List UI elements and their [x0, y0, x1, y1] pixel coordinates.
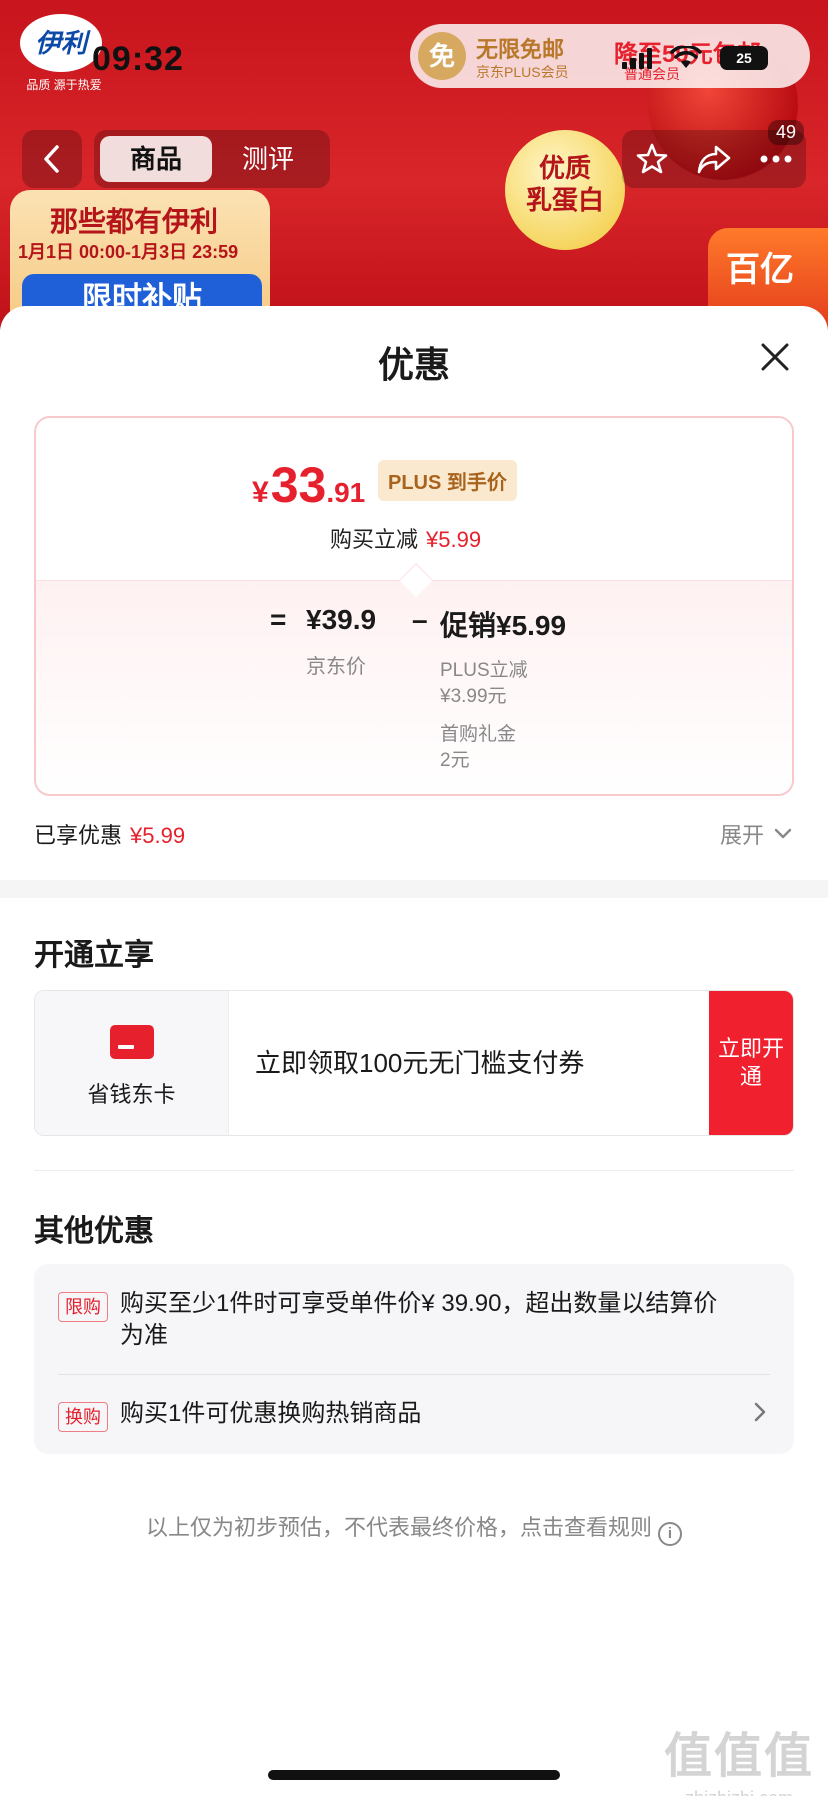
tab-review[interactable]: 测评 [212, 136, 324, 182]
offer-text-limit: 购买至少1件时可享受单件价¥ 39.90，超出数量以结算价为准 [120, 1290, 718, 1349]
info-icon[interactable]: i [658, 1522, 682, 1546]
formula-equals: = [270, 604, 287, 635]
home-indicator[interactable] [268, 1770, 560, 1780]
open-now-button[interactable]: 立即开通 [709, 991, 793, 1135]
watermark-url: zhizhizhi.com [664, 1788, 814, 1796]
savings-card-name: 省钱东卡 [87, 1082, 176, 1107]
chevron-right-icon[interactable] [754, 1402, 766, 1422]
expand-label: 展开 [719, 823, 764, 848]
jd-price-value: ¥39.9 [306, 604, 377, 635]
product-tabs: 商品 测评 [94, 130, 330, 188]
close-icon[interactable] [758, 340, 792, 374]
more-icon[interactable] [759, 154, 793, 164]
offer-row-exchange[interactable]: 换购 购买1件可优惠换购热销商品 [58, 1398, 720, 1432]
offer-tag-limit: 限购 [58, 1292, 108, 1322]
enjoyed-discount-amount: ¥5.99 [130, 823, 186, 848]
product-banner: 那些都有伊利 1月1日 00:00-1月3日 23:59 限时补贴 优质 乳蛋白… [0, 0, 828, 330]
final-price: ¥ 33 .91 [252, 456, 365, 514]
product-navbar: 商品 测评 49 [0, 120, 828, 190]
other-offers-box: 限购 购买至少1件时可享受单件价¥ 39.90，超出数量以结算价为准 换购 购买… [34, 1264, 794, 1454]
star-icon[interactable] [635, 142, 669, 176]
cellular-signal-icon [622, 47, 652, 69]
tab-product[interactable]: 商品 [100, 136, 212, 182]
section-divider [0, 880, 828, 898]
final-price-yen: ¥ [252, 476, 269, 509]
savings-card-description: 立即领取100元无门槛支付券 [255, 1048, 585, 1078]
open-section-heading: 开通立享 [34, 939, 154, 972]
back-button[interactable] [22, 130, 82, 188]
purchase-reduction-label: 购买立减 [330, 527, 419, 552]
battery-icon: 25 [720, 46, 768, 70]
discount-sheet: 优惠 ¥ 33 .91 PLUS 到手价 购买立减 ¥5.99 = ¥39.9 京… [0, 306, 828, 1796]
purchase-reduction: 购买立减 ¥5.99 [330, 522, 481, 554]
watermark: 值值值 zhizhizhi.com [664, 1716, 814, 1796]
expand-button[interactable]: 展开 [720, 818, 792, 850]
enjoyed-discount-label: 已享优惠 [34, 823, 123, 848]
promo-item-first-purchase: 首购礼金 2元 [440, 724, 517, 771]
promo-item-plus: PLUS立减 ¥3.99元 [440, 660, 528, 707]
rules-footnote-text: 以上仅为初步预估，不代表最终价格，点击查看规则 [145, 1515, 652, 1540]
message-count-badge: 49 [767, 120, 804, 145]
final-price-integer: 33 [270, 457, 327, 513]
enjoyed-discount: 已享优惠 ¥5.99 [34, 818, 185, 850]
savings-card-badge: 省钱东卡 [35, 991, 229, 1135]
promo-card-date: 1月1日 00:00-1月3日 23:59 [18, 242, 239, 262]
back-chevron-icon [44, 145, 59, 173]
offer-row-limit: 限购 购买至少1件时可享受单件价¥ 39.90，超出数量以结算价为准 [58, 1288, 720, 1352]
status-time: 09:32 [92, 40, 184, 78]
share-icon[interactable] [696, 143, 732, 175]
credit-card-icon [109, 1025, 154, 1059]
final-price-decimal: .91 [326, 477, 366, 508]
formula-minus: – [412, 604, 428, 635]
offer-separator [58, 1374, 770, 1375]
wifi-icon [670, 46, 702, 68]
promo-card-title: 那些都有伊利 [50, 206, 219, 237]
other-section-heading: 其他优惠 [34, 1215, 154, 1248]
promo-value: 促销¥5.99 [440, 610, 567, 641]
rules-footnote[interactable]: 以上仅为初步预估，不代表最终价格，点击查看规则 i [0, 1510, 828, 1546]
jd-price-label: 京东价 [306, 656, 366, 678]
plus-price-tag: PLUS 到手价 [378, 460, 517, 501]
offer-text-exchange: 购买1件可优惠换购热销商品 [120, 1400, 422, 1427]
purchase-reduction-amount: ¥5.99 [426, 527, 482, 552]
price-breakdown-card: ¥ 33 .91 PLUS 到手价 购买立减 ¥5.99 = ¥39.9 京东价 … [34, 416, 794, 796]
savings-card-offer[interactable]: 省钱东卡 立即领取100元无门槛支付券 立即开通 [34, 990, 794, 1136]
sheet-title: 优惠 [377, 344, 450, 385]
watermark-logo: 值值值 [663, 1730, 814, 1783]
status-bar: 09:32 25 [0, 40, 828, 80]
section-separator [34, 1170, 794, 1171]
offer-tag-exchange: 换购 [58, 1402, 108, 1432]
chevron-down-icon [774, 828, 792, 839]
price-formula: = ¥39.9 京东价 – 促销¥5.99 PLUS立减 ¥3.99元 首购礼金… [270, 604, 566, 774]
